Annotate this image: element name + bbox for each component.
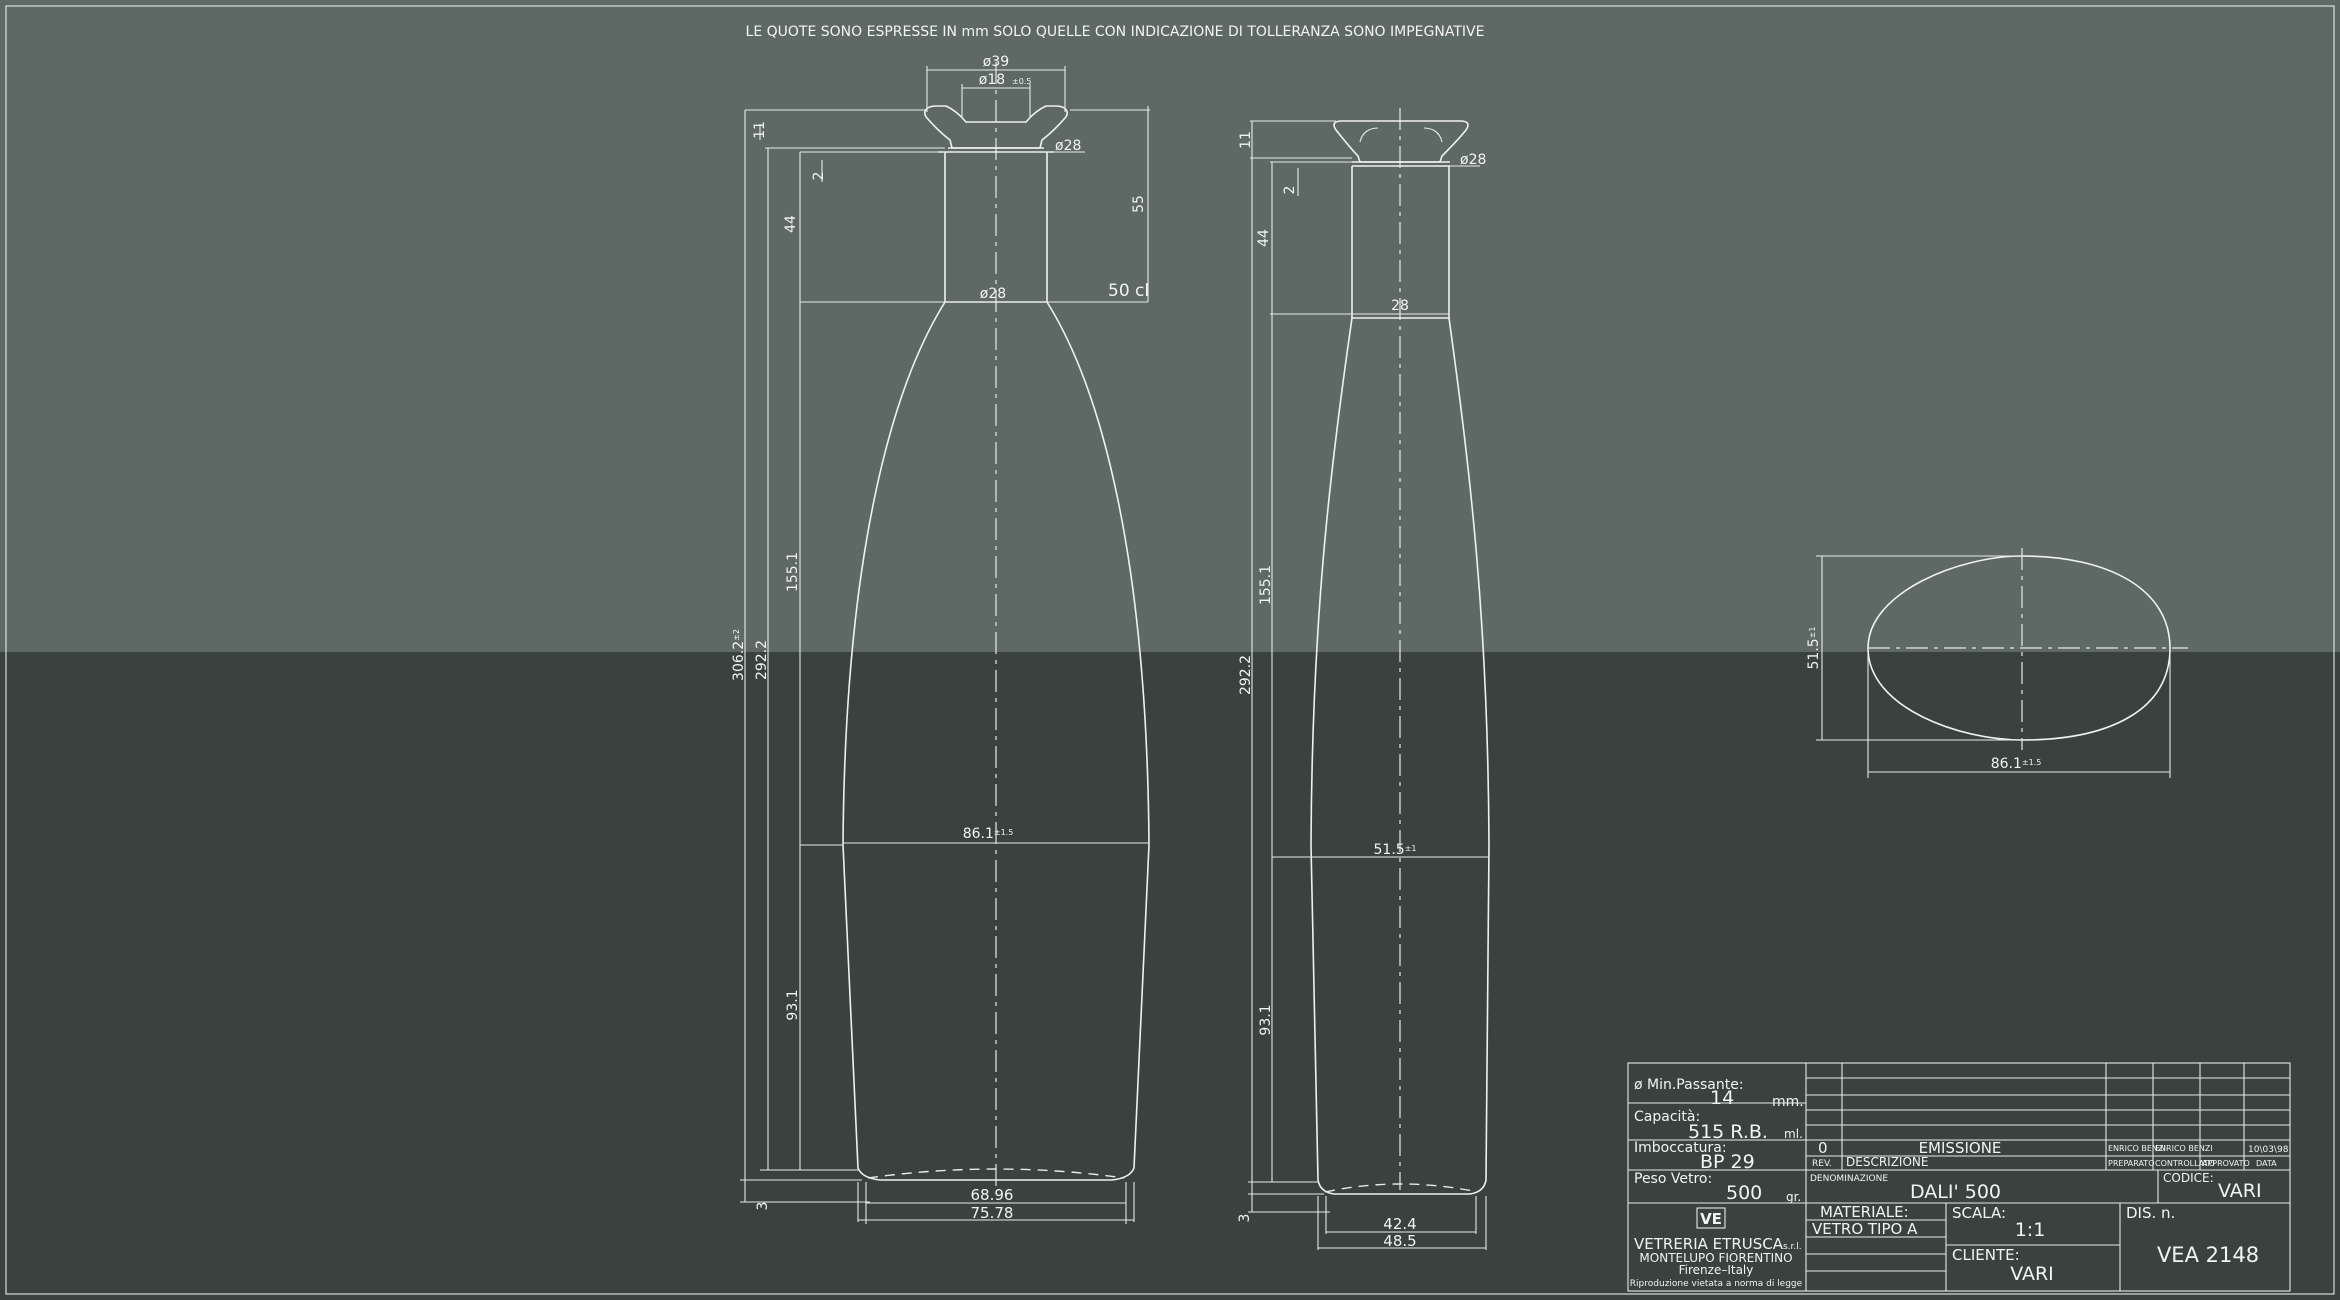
company-region: Firenze–Italy [1679,1263,1754,1277]
min-passante-value: 14 [1710,1087,1734,1109]
svg-text:APPROVATO: APPROVATO [2202,1159,2250,1168]
dim-93-front: 93.1 [785,989,801,1020]
dim-292-front: 292.2 [754,640,770,680]
denominazione-value: DALI' 500 [1910,1181,2001,1203]
dim-neck-ring-front: ø28 [1055,138,1081,154]
company-note: Riproduzione vietata a norma di legge [1630,1279,1803,1289]
dim-base-outer-side: 48.5 [1383,1232,1416,1250]
svg-text:ml.: ml. [1784,1127,1803,1141]
rev-value: 0 [1818,1139,1828,1157]
dim-44-front: 44 [783,215,799,233]
technical-drawing: LE QUOTE SONO ESPRESSE IN mm SOLO QUELLE… [0,0,2340,1300]
dim-11-side: 11 [1238,131,1254,149]
svg-text:DATA: DATA [2256,1159,2277,1168]
descr-value: EMISSIONE [1919,1139,2002,1157]
drawing-number: VEA 2148 [2157,1243,2259,1267]
dim-2-front: 2 [811,172,827,181]
dim-3-side: 3 [1237,1214,1253,1223]
svg-text:DESCRIZIONE: DESCRIZIONE [1846,1155,1928,1169]
dim-neck-width-side: 28 [1391,298,1409,314]
dim-top-diameter: ø39 [983,54,1009,70]
dim-11-front: 11 [752,121,768,139]
checked-by: ENRICO BENZI [2155,1144,2213,1153]
dim-base-inner-side: 42.4 [1383,1215,1416,1233]
dim-44-side: 44 [1256,229,1272,247]
materiale-value: VETRO TIPO A [1812,1220,1918,1238]
materiale-label: MATERIALE: [1820,1203,1909,1221]
dim-292-side: 292.2 [1238,655,1254,695]
svg-text:CODICE:: CODICE: [2163,1171,2214,1185]
upper-background [0,0,2340,652]
dim-shoulder-front: ø28 [980,286,1006,302]
dim-neck-ring-side: ø28 [1460,152,1486,168]
dim-155-front: 155.1 [785,552,801,592]
svg-text:±0.5: ±0.5 [1012,77,1031,86]
peso-value: 500 [1726,1182,1762,1204]
cliente-value: VARI [2010,1263,2054,1285]
dim-base-inner-front: 68.96 [971,1186,1014,1204]
dim-neck-inner: ø18 [979,72,1005,88]
peso-label: Peso Vetro: [1634,1171,1712,1187]
dim-base-outer-front: 75.78 [971,1204,1014,1222]
dim-93-side: 93.1 [1258,1004,1274,1035]
revision-date: 10\03\98 [2248,1145,2289,1155]
svg-text:REV.: REV. [1812,1159,1832,1169]
cliente-label: CLIENTE: [1952,1246,2020,1264]
scala-value: 1:1 [2015,1219,2046,1241]
dim-55-front: 55 [1131,195,1147,213]
tolerance-note: LE QUOTE SONO ESPRESSE IN mm SOLO QUELLE… [746,24,1485,40]
company-logo-text: VE [1700,1210,1722,1228]
capacity-mark: 50 cl [1108,281,1149,301]
scala-label: SCALA: [1952,1204,2006,1222]
codice-value: VARI [2218,1180,2262,1202]
svg-text:PREPARATO: PREPARATO [2108,1159,2155,1168]
dis-label: DIS. n. [2126,1204,2175,1222]
dim-3-front: 3 [755,1202,771,1211]
svg-text:DENOMINAZIONE: DENOMINAZIONE [1810,1174,1888,1184]
svg-text:mm.: mm. [1772,1094,1804,1110]
svg-text:gr.: gr. [1786,1190,1801,1204]
dim-2-side: 2 [1282,186,1298,195]
dim-155-side: 155.1 [1258,565,1274,605]
imboccatura-value: BP 29 [1700,1151,1755,1173]
